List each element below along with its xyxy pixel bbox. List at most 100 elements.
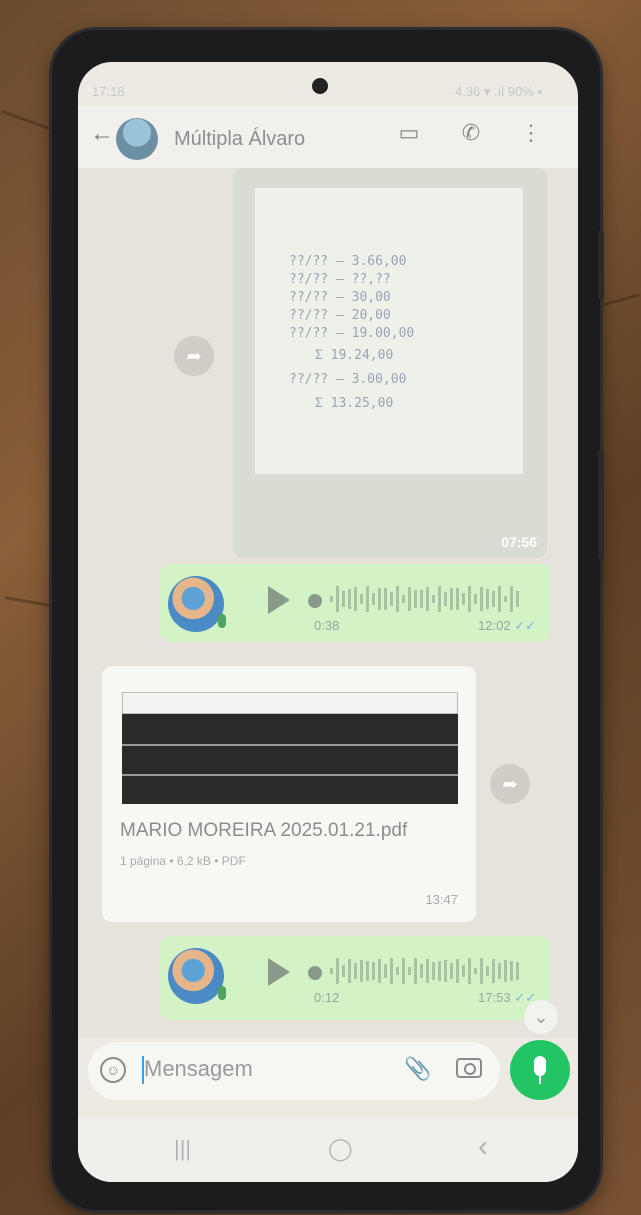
wave-bar: [450, 588, 453, 610]
wave-bar: [378, 587, 381, 611]
message-composer: ☺ Mensagem 📎: [88, 1042, 500, 1100]
wave-bar: [462, 592, 465, 606]
wave-bar: [354, 963, 357, 979]
wave-bar: [384, 588, 387, 610]
wave-bar: [408, 586, 411, 612]
wave-bar: [474, 593, 477, 605]
wave-bar: [402, 958, 405, 984]
waveform[interactable]: [330, 958, 530, 988]
forward-icon[interactable]: ➦: [490, 764, 530, 804]
wave-bar: [402, 594, 405, 604]
wave-bar: [348, 589, 351, 609]
recent-apps-icon[interactable]: |||: [174, 1136, 191, 1162]
voice-call-icon[interactable]: ✆: [456, 120, 486, 150]
wave-bar: [336, 586, 339, 612]
front-camera: [312, 78, 328, 94]
wave-bar: [504, 959, 507, 983]
mic-small-icon: [218, 986, 226, 1000]
chat-header: ← Múltipla Álvaro ▭ ✆ ⋮: [78, 106, 578, 168]
message-time: 12:02 ✓✓: [478, 618, 536, 633]
play-icon[interactable]: [268, 586, 290, 614]
wave-bar: [438, 586, 441, 612]
wave-bar: [486, 589, 489, 609]
attach-icon[interactable]: 📎: [404, 1056, 431, 1082]
message-time: 17:53 ✓✓: [478, 990, 536, 1005]
wave-bar: [486, 965, 489, 977]
camera-icon[interactable]: [456, 1058, 482, 1078]
wave-bar: [372, 961, 375, 981]
voice-duration: 0:12: [314, 990, 340, 1005]
photo-handwritten-note: ??/?? — 3.66,00 ??/?? — ??,?? ??/?? — 30…: [255, 188, 523, 474]
wave-bar: [366, 961, 369, 981]
wave-bar: [504, 595, 507, 602]
status-time: 17:18: [92, 84, 125, 99]
wave-bar: [390, 591, 393, 607]
wave-bar: [420, 964, 423, 978]
back-arrow-icon[interactable]: ←: [90, 120, 114, 148]
play-icon[interactable]: [268, 958, 290, 986]
wave-bar: [474, 967, 477, 975]
wave-bar: [408, 966, 411, 976]
sender-avatar: [168, 948, 224, 1004]
contact-name[interactable]: Múltipla Álvaro: [174, 128, 305, 151]
message-input[interactable]: Mensagem: [144, 1056, 253, 1082]
phone-screen: 17:18 4.36 ▾ .ıl 90% ▪ ← Múltipla Álvaro…: [78, 62, 578, 1182]
wave-bar: [468, 958, 471, 984]
waveform[interactable]: [330, 586, 530, 616]
wave-bar: [414, 589, 417, 609]
wave-bar: [330, 595, 333, 602]
wave-bar: [492, 590, 495, 608]
playback-position[interactable]: [308, 966, 322, 980]
mic-small-icon: [218, 614, 226, 628]
wave-bar: [498, 963, 501, 979]
wave-bar: [438, 960, 441, 982]
status-bar: 17:18 4.36 ▾ .ıl 90% ▪: [78, 62, 578, 106]
wave-bar: [426, 586, 429, 612]
system-navbar: ||| ◯ ‹: [78, 1118, 578, 1182]
wave-bar: [462, 965, 465, 977]
pdf-thumbnail[interactable]: [122, 692, 458, 804]
wave-bar: [378, 959, 381, 983]
wave-bar: [444, 591, 447, 607]
wave-bar: [372, 592, 375, 606]
emoji-icon[interactable]: ☺: [100, 1057, 126, 1083]
wave-bar: [432, 962, 435, 980]
status-indicators: 4.36 ▾ .ıl 90% ▪: [454, 84, 542, 99]
wave-bar: [396, 966, 399, 976]
wave-bar: [456, 958, 459, 984]
document-message[interactable]: MARIO MOREIRA 2025.01.21.pdf 1 página • …: [102, 666, 476, 922]
video-call-icon[interactable]: ▭: [394, 120, 424, 150]
wave-bar: [510, 586, 513, 612]
wave-bar: [342, 590, 345, 608]
voice-message[interactable]: 0:38 12:02 ✓✓: [160, 564, 550, 642]
wave-bar: [450, 962, 453, 980]
contact-avatar[interactable]: [116, 118, 158, 160]
wave-bar: [354, 587, 357, 611]
wave-bar: [390, 958, 393, 984]
wave-bar: [498, 586, 501, 612]
forward-icon[interactable]: ➦: [174, 336, 214, 376]
wave-bar: [336, 958, 339, 984]
voice-duration: 0:38: [314, 618, 340, 633]
wave-bar: [330, 968, 333, 974]
wave-bar: [342, 965, 345, 977]
wave-bar: [396, 586, 399, 612]
voice-message[interactable]: 0:12 17:53 ✓✓: [160, 936, 550, 1020]
wave-bar: [426, 959, 429, 983]
wave-bar: [510, 961, 513, 981]
wave-bar: [444, 960, 447, 982]
message-time: 07:56: [501, 534, 537, 550]
wave-bar: [420, 589, 423, 609]
wave-bar: [360, 960, 363, 982]
wave-bar: [360, 593, 363, 605]
wave-bar: [480, 958, 483, 984]
image-message[interactable]: ??/?? — 3.66,00 ??/?? — ??,?? ??/?? — 30…: [233, 168, 547, 558]
playback-position[interactable]: [308, 594, 322, 608]
home-icon[interactable]: ◯: [328, 1136, 353, 1162]
scroll-down-icon[interactable]: ⌄: [524, 1000, 558, 1034]
mic-button[interactable]: [510, 1040, 570, 1100]
more-options-icon[interactable]: ⋮: [516, 120, 546, 150]
file-meta: 1 página • 6,2 kB • PDF: [120, 854, 246, 868]
chat-area[interactable]: ??/?? — 3.66,00 ??/?? — ??,?? ??/?? — 30…: [78, 168, 578, 1038]
back-nav-icon[interactable]: ‹: [478, 1130, 488, 1164]
